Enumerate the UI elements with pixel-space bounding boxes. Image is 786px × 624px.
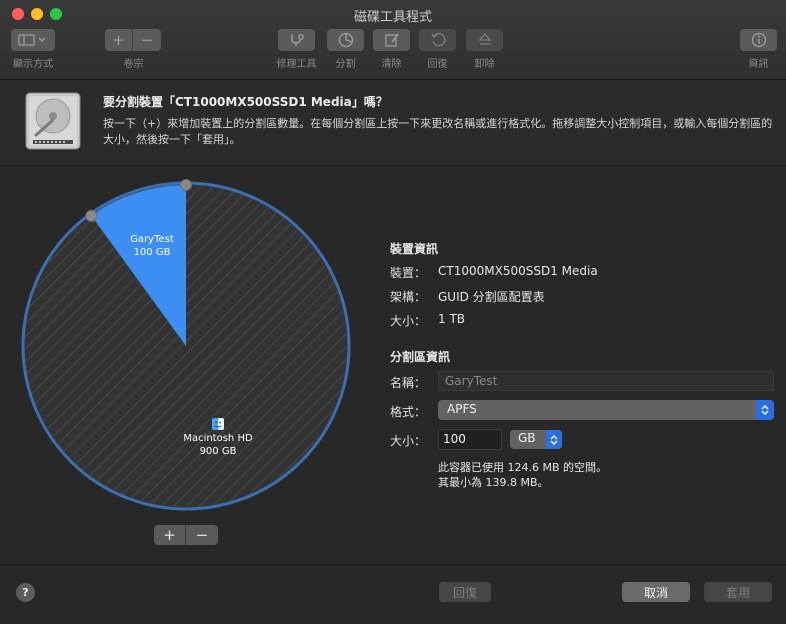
size-unit-value: GB xyxy=(518,431,536,445)
updown-chevron-icon xyxy=(546,430,562,449)
volume-segment: + − xyxy=(105,29,161,51)
view-button[interactable] xyxy=(11,29,55,51)
partition-button[interactable] xyxy=(327,29,364,51)
volume-label: 卷宗 xyxy=(123,59,144,70)
pie-slice-macintosh-hd[interactable] xyxy=(25,185,348,507)
title-toolbar: 磁碟工具程式 顯示方式 + − 卷宗 修理工具 分割 清除 回復 卸除 資訊 xyxy=(0,0,786,80)
finder-icon xyxy=(212,418,224,430)
first-aid-label: 修理工具 xyxy=(276,59,317,70)
garytest-name: GaryTest xyxy=(130,234,174,245)
device-value: CT1000MX500SSD1 Media xyxy=(438,264,598,278)
remove-partition-button[interactable]: − xyxy=(186,525,218,545)
erase-button[interactable] xyxy=(373,29,410,51)
help-button[interactable]: ? xyxy=(16,583,35,602)
device-key: 裝置： xyxy=(390,266,427,280)
partition-pie-chart xyxy=(21,179,351,511)
remove-volume-button[interactable]: − xyxy=(133,29,161,51)
garytest-size: 100 GB xyxy=(133,247,171,258)
partition-size-input[interactable]: 100 xyxy=(438,429,502,450)
sidebar-icon xyxy=(18,34,46,46)
erase-label: 清除 xyxy=(381,59,402,70)
sheet-title: 要分割裝置「CT1000MX500SSD1 Media」嗎？ xyxy=(103,95,388,109)
sheet-description: 按一下（+）來增加裝置上的分割區數量。在每個分割區上按一下來更改名稱或進行格式化… xyxy=(103,117,773,146)
pie-label-macintosh-hd: Macintosh HD 900 GB xyxy=(173,418,263,458)
first-aid-button[interactable] xyxy=(278,29,315,51)
device-size-key: 大小： xyxy=(390,314,427,328)
hard-drive-icon xyxy=(25,92,81,150)
partition-pie-icon xyxy=(338,32,353,48)
macintosh-hd-size: 900 GB xyxy=(199,446,237,457)
revert-button[interactable]: 回復 xyxy=(439,582,491,602)
partition-size-key: 大小： xyxy=(390,434,427,448)
resize-handle-end[interactable] xyxy=(85,209,98,222)
format-select[interactable]: APFS xyxy=(438,400,774,420)
disk-utility-window: 磁碟工具程式 顯示方式 + − 卷宗 修理工具 分割 清除 回復 卸除 資訊 要… xyxy=(0,0,786,624)
unmount-label: 卸除 xyxy=(474,59,495,70)
restore-arrow-icon xyxy=(430,32,445,47)
partition-info-title: 分割區資訊 xyxy=(390,350,451,364)
unmount-button[interactable] xyxy=(466,29,503,51)
info-label: 資訊 xyxy=(748,59,769,70)
macintosh-hd-name: Macintosh HD xyxy=(183,433,253,444)
partition-pie[interactable]: GaryTest 100 GB Macintosh HD 900 GB xyxy=(18,178,354,514)
format-select-value: APFS xyxy=(447,402,477,416)
info-button[interactable] xyxy=(740,29,777,51)
eject-icon xyxy=(478,32,491,45)
footer-divider xyxy=(0,564,786,565)
cancel-button[interactable]: 取消 xyxy=(622,582,690,602)
add-volume-button[interactable]: + xyxy=(105,29,133,51)
sheet-header: 要分割裝置「CT1000MX500SSD1 Media」嗎？ 按一下（+）來增加… xyxy=(0,80,786,166)
resize-handle-start[interactable] xyxy=(180,179,192,191)
window-title: 磁碟工具程式 xyxy=(353,10,432,25)
restore-button[interactable] xyxy=(419,29,456,51)
stethoscope-icon xyxy=(290,34,304,46)
apply-button[interactable]: 套用 xyxy=(704,582,772,602)
format-key: 格式： xyxy=(390,405,427,419)
name-key: 名稱： xyxy=(390,376,427,390)
scheme-value: GUID 分割區配置表 xyxy=(438,290,545,304)
partition-label: 分割 xyxy=(335,59,356,70)
min-size-note: 其最小為 139.8 MB。 xyxy=(438,476,549,489)
device-info-title: 裝置資訊 xyxy=(390,242,439,256)
size-unit-select[interactable]: GB xyxy=(510,430,562,449)
view-label: 顯示方式 xyxy=(13,59,53,70)
add-partition-button[interactable]: + xyxy=(154,525,186,545)
device-size-value: 1 TB xyxy=(438,312,466,326)
pie-label-garytest: GaryTest 100 GB xyxy=(120,233,184,259)
restore-label: 回復 xyxy=(427,59,448,70)
used-space-note: 此容器已使用 124.6 MB 的空間。 xyxy=(438,461,608,474)
updown-chevron-icon xyxy=(756,400,774,420)
info-icon xyxy=(751,32,766,48)
scheme-key: 架構： xyxy=(390,290,427,304)
partition-name-field[interactable]: GaryTest xyxy=(438,371,774,391)
erase-pencil-icon xyxy=(384,33,399,47)
